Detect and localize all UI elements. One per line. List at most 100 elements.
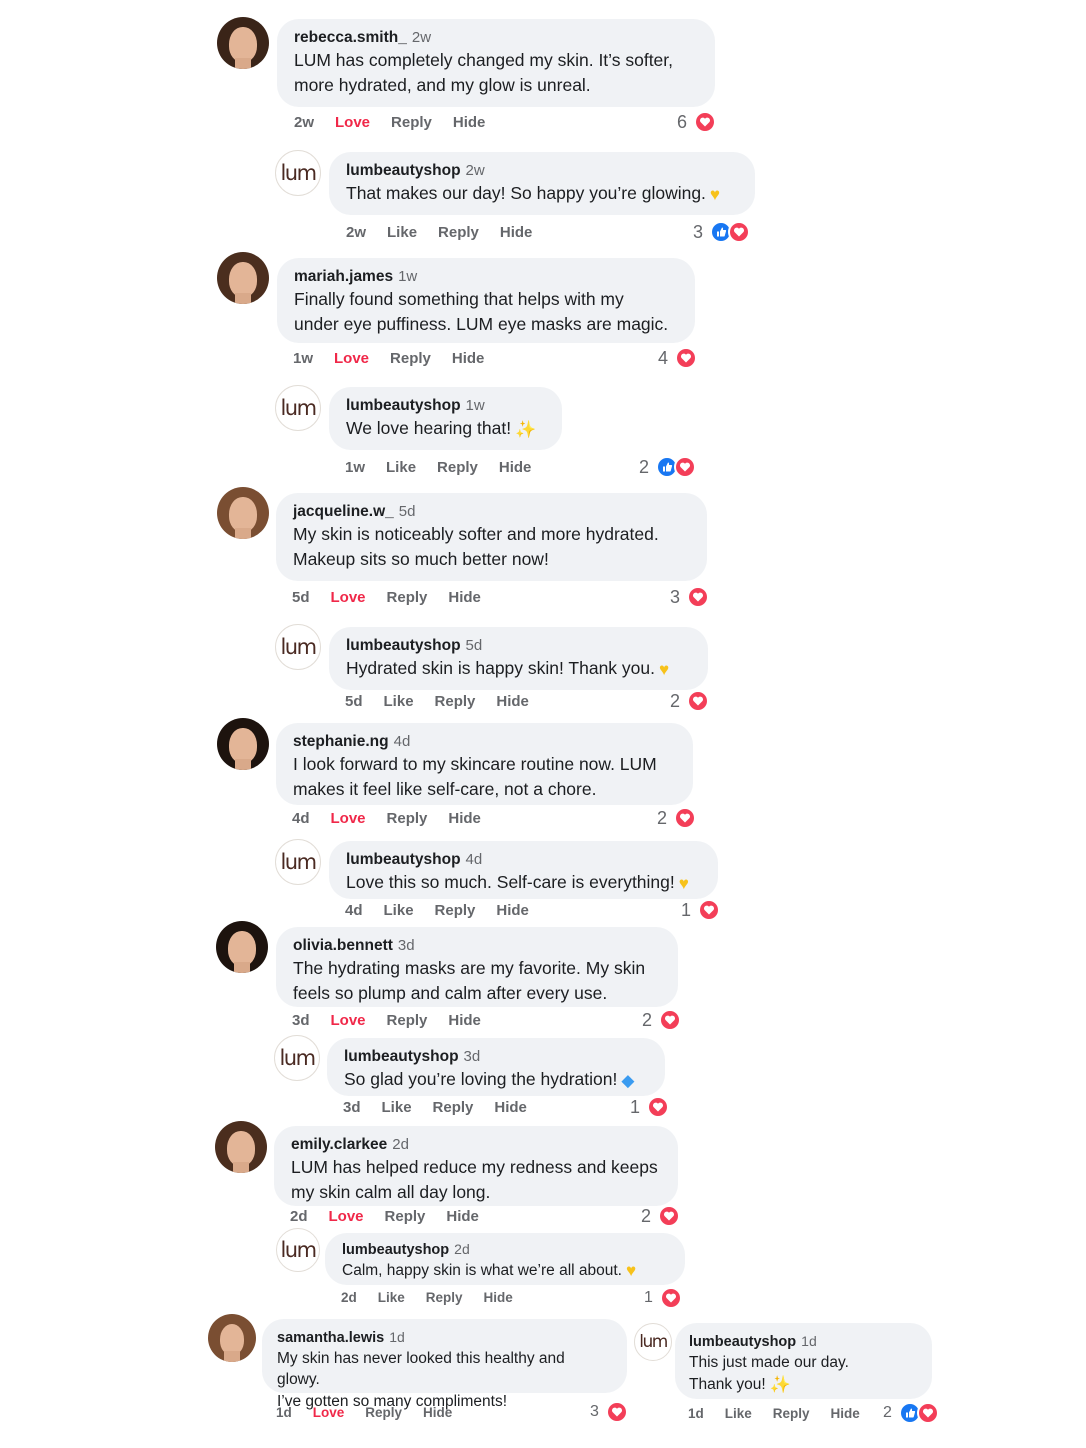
reply-username[interactable]: lumbeautyshop (344, 1048, 459, 1065)
like-button[interactable]: Like (384, 693, 414, 710)
comment-username[interactable]: mariah.james (294, 268, 393, 285)
love-button[interactable]: Love (313, 1405, 345, 1420)
reply-button[interactable]: Reply (435, 693, 476, 710)
avatar-olivia[interactable] (216, 921, 268, 973)
avatar-stephanie[interactable] (217, 718, 269, 770)
reaction-summary[interactable]: 2 (883, 1402, 939, 1424)
reaction-summary[interactable]: 6 (677, 111, 717, 133)
comment-username[interactable]: stephanie.ng (293, 733, 389, 750)
reply-button[interactable]: Reply (438, 224, 479, 241)
reply-bubble: lumbeautyshop 2w That makes our day! So h… (329, 152, 755, 215)
like-button[interactable]: Like (382, 1099, 412, 1116)
avatar-jacqueline[interactable] (217, 487, 269, 539)
reaction-summary[interactable]: 3 (693, 221, 751, 243)
comment-actions: 5d Love Reply Hide (292, 589, 502, 606)
reply-button[interactable]: Reply (437, 459, 478, 476)
reaction-count: 1 (644, 1289, 653, 1306)
brand-avatar[interactable]: lum (275, 624, 321, 670)
hide-button[interactable]: Hide (453, 114, 486, 131)
like-button[interactable]: Like (384, 902, 414, 919)
avatar-mariah[interactable] (217, 252, 269, 304)
comment-username[interactable]: jacqueline.w_ (293, 503, 394, 520)
reply-button[interactable]: Reply (433, 1099, 474, 1116)
hide-button[interactable]: Hide (496, 902, 529, 919)
reaction-summary[interactable]: 3 (590, 1401, 628, 1423)
hide-button[interactable]: Hide (448, 589, 481, 606)
hide-button[interactable]: Hide (446, 1208, 479, 1225)
hide-button[interactable]: Hide (423, 1405, 452, 1420)
comment-username[interactable]: olivia.bennett (293, 937, 393, 954)
reaction-summary[interactable]: 1 (681, 899, 721, 921)
reply-button[interactable]: Reply (365, 1405, 402, 1420)
reaction-summary[interactable]: 1 (644, 1287, 682, 1309)
reaction-summary[interactable]: 1 (630, 1096, 670, 1118)
reaction-count: 3 (670, 586, 681, 607)
reply-button[interactable]: Reply (385, 1208, 426, 1225)
reply-username[interactable]: lumbeautyshop (689, 1334, 796, 1350)
reply-button[interactable]: Reply (773, 1406, 810, 1421)
hide-button[interactable]: Hide (496, 693, 529, 710)
love-button[interactable]: Love (329, 1208, 364, 1225)
reply-username[interactable]: lumbeautyshop (346, 851, 461, 868)
comment-bubble: stephanie.ng 4d I look forward to my skin… (276, 723, 693, 805)
hide-button[interactable]: Hide (500, 224, 533, 241)
reply-username[interactable]: lumbeautyshop (342, 1242, 449, 1258)
avatar-samantha[interactable] (208, 1314, 256, 1362)
brand-avatar[interactable]: lum (275, 839, 321, 885)
like-button[interactable]: Like (378, 1290, 405, 1305)
reply-button[interactable]: Reply (387, 589, 428, 606)
love-button[interactable]: Love (334, 350, 369, 367)
hide-button[interactable]: Hide (452, 350, 485, 367)
reaction-count: 2 (639, 456, 650, 477)
action-time: 5d (292, 589, 310, 606)
hide-button[interactable]: Hide (499, 459, 532, 476)
reaction-summary[interactable]: 2 (670, 690, 710, 712)
reply-button[interactable]: Reply (387, 1012, 428, 1029)
hide-button[interactable]: Hide (448, 810, 481, 827)
reaction-summary[interactable]: 4 (658, 347, 698, 369)
comment-username[interactable]: rebecca.smith_ (294, 29, 407, 46)
comment-username[interactable]: samantha.lewis (277, 1330, 384, 1346)
reply-button[interactable]: Reply (390, 350, 431, 367)
reaction-summary[interactable]: 2 (641, 1205, 681, 1227)
reply-username[interactable]: lumbeautyshop (346, 162, 461, 179)
reaction-summary[interactable]: 2 (657, 807, 697, 829)
comment-username[interactable]: emily.clarkee (291, 1136, 387, 1153)
brand-avatar[interactable]: lum (274, 1035, 320, 1081)
brand-avatar[interactable]: lum (275, 385, 321, 431)
reply-button[interactable]: Reply (426, 1290, 463, 1305)
reaction-summary[interactable]: 2 (642, 1009, 682, 1031)
like-button[interactable]: Like (387, 224, 417, 241)
hide-button[interactable]: Hide (494, 1099, 527, 1116)
comment-bubble: emily.clarkee 2d LUM has helped reduce my… (274, 1126, 678, 1206)
comment-text-line: I look forward to my skincare routine no… (293, 754, 657, 774)
love-button[interactable]: Love (331, 589, 366, 606)
hide-button[interactable]: Hide (831, 1406, 860, 1421)
reaction-summary[interactable]: 3 (670, 586, 710, 608)
avatar-emily[interactable] (215, 1121, 267, 1173)
brand-avatar[interactable]: lum (634, 1323, 672, 1361)
hide-button[interactable]: Hide (484, 1290, 513, 1305)
reply-button[interactable]: Reply (391, 114, 432, 131)
brand-avatar[interactable]: lum (276, 1228, 320, 1272)
heart-icon (728, 221, 751, 243)
avatar-rebecca[interactable] (217, 17, 269, 69)
comment-bubble: samantha.lewis 1d My skin has never looke… (262, 1319, 627, 1410)
reply-actions: 3d Like Reply Hide (343, 1099, 548, 1116)
reply-username[interactable]: lumbeautyshop (346, 397, 461, 414)
reply-time: 2w (465, 162, 485, 179)
like-button[interactable]: Like (386, 459, 416, 476)
reply-button[interactable]: Reply (387, 810, 428, 827)
love-button[interactable]: Love (335, 114, 370, 131)
reaction-summary[interactable]: 2 (639, 456, 697, 478)
brand-avatar[interactable]: lum (275, 150, 321, 196)
comment-actions: 4d Love Reply Hide (292, 810, 502, 827)
comment-text-line: under eye puffiness. LUM eye masks are m… (294, 314, 669, 334)
love-button[interactable]: Love (331, 810, 366, 827)
hide-button[interactable]: Hide (448, 1012, 481, 1029)
reply-username[interactable]: lumbeautyshop (346, 637, 461, 654)
reply-button[interactable]: Reply (435, 902, 476, 919)
like-button[interactable]: Like (725, 1406, 752, 1421)
love-button[interactable]: Love (331, 1012, 366, 1029)
reply-actions: 4d Like Reply Hide (345, 902, 550, 919)
